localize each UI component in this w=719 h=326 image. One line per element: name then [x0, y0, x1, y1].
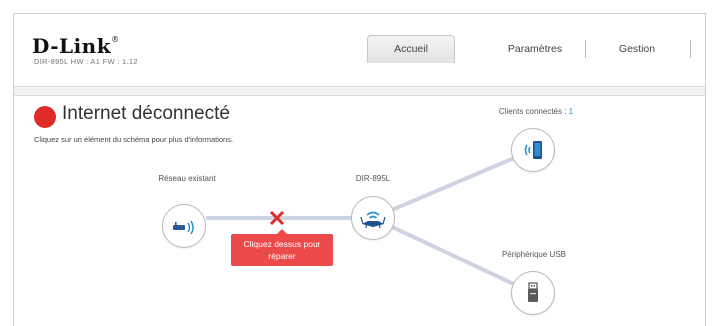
router-label: DIR-895L — [355, 174, 391, 183]
network-links — [206, 148, 534, 295]
clients-count: 1 — [568, 107, 574, 116]
disconnected-x-icon[interactable] — [269, 210, 285, 226]
clients-label: Clients connectés : 1 — [476, 107, 596, 116]
mobile-device-icon — [524, 141, 542, 159]
modem-icon — [173, 220, 194, 234]
clients-node[interactable] — [511, 128, 555, 172]
existing-network-label: Réseau existant — [158, 174, 216, 183]
usb-device-node[interactable] — [511, 271, 555, 315]
repair-tooltip[interactable]: Cliquez dessus pour réparer — [231, 229, 333, 266]
usb-drive-icon — [528, 282, 538, 302]
usb-device-label: Périphérique USB — [501, 250, 567, 259]
existing-network-node[interactable] — [162, 204, 206, 248]
clients-label-text: Clients connectés : — [498, 107, 569, 116]
clients-link — [372, 148, 534, 220]
router-admin-panel: D-Link® DIR-895L HW : A1 FW : 1.12 Accue… — [13, 13, 706, 326]
router-icon — [360, 211, 386, 229]
router-node[interactable] — [351, 196, 395, 240]
